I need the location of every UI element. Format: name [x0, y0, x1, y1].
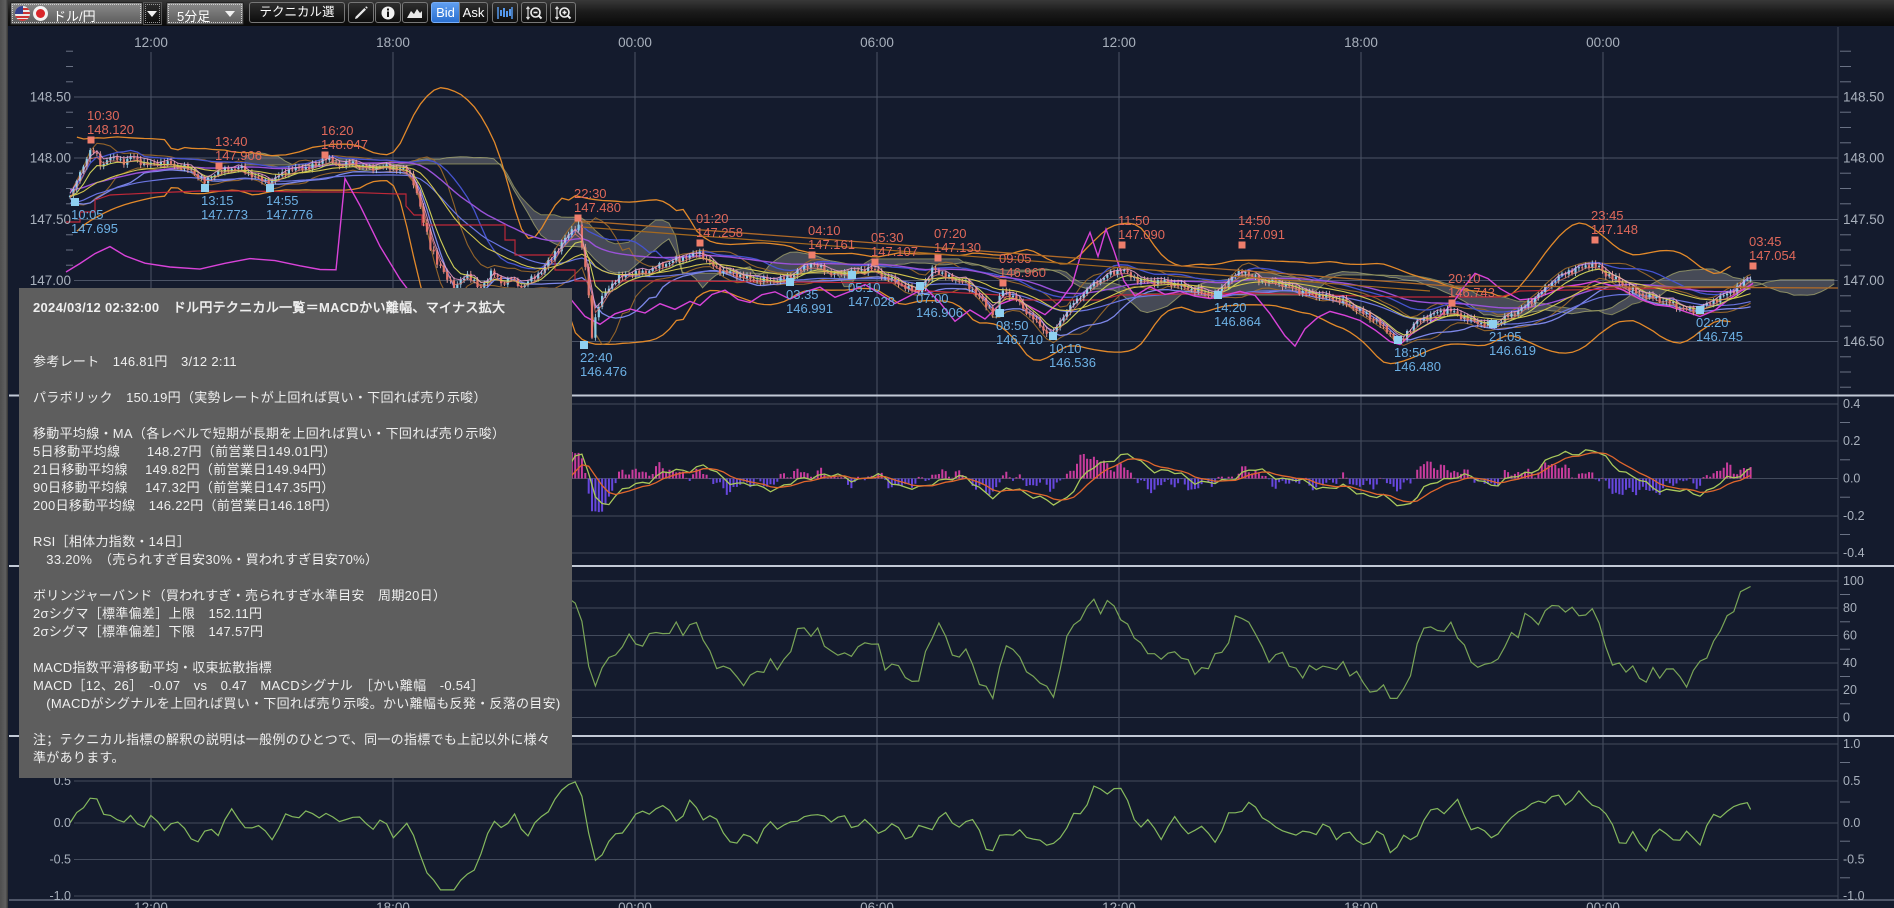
- svg-text:18:00: 18:00: [1344, 900, 1378, 908]
- svg-text:10:05: 10:05: [71, 207, 104, 222]
- svg-text:146.743: 146.743: [1448, 285, 1495, 300]
- svg-text:147.773: 147.773: [201, 207, 248, 222]
- svg-text:146.710: 146.710: [996, 332, 1043, 347]
- svg-text:13:40: 13:40: [215, 134, 248, 149]
- svg-text:18:00: 18:00: [1344, 35, 1378, 50]
- svg-text:06:00: 06:00: [860, 35, 894, 50]
- svg-text:148.120: 148.120: [87, 122, 134, 137]
- svg-text:00:00: 00:00: [1586, 900, 1620, 908]
- svg-text:12:00: 12:00: [134, 900, 168, 908]
- svg-text:12:00: 12:00: [1102, 35, 1136, 50]
- svg-text:20: 20: [1843, 683, 1857, 697]
- svg-text:14:50: 14:50: [1238, 213, 1271, 228]
- svg-text:147.028: 147.028: [848, 294, 895, 309]
- svg-text:05:30: 05:30: [871, 230, 904, 245]
- svg-text:146.476: 146.476: [580, 364, 627, 379]
- svg-text:18:00: 18:00: [376, 900, 410, 908]
- svg-text:22:40: 22:40: [580, 350, 613, 365]
- svg-text:146.991: 146.991: [786, 301, 833, 316]
- svg-text:148.047: 148.047: [321, 137, 368, 152]
- svg-text:147.776: 147.776: [266, 207, 313, 222]
- svg-text:60: 60: [1843, 629, 1857, 643]
- svg-text:13:15: 13:15: [201, 193, 234, 208]
- svg-text:147.00: 147.00: [1843, 273, 1884, 288]
- svg-text:147.480: 147.480: [574, 200, 621, 215]
- svg-text:0.5: 0.5: [1843, 774, 1860, 788]
- svg-text:147.148: 147.148: [1591, 222, 1638, 237]
- svg-text:146.745: 146.745: [1696, 329, 1743, 344]
- svg-text:146.864: 146.864: [1214, 314, 1261, 329]
- svg-text:147.090: 147.090: [1118, 227, 1165, 242]
- svg-text:00:00: 00:00: [618, 35, 652, 50]
- svg-text:-0.5: -0.5: [49, 853, 71, 867]
- svg-text:147.107: 147.107: [871, 244, 918, 259]
- svg-text:16:20: 16:20: [321, 123, 354, 138]
- svg-text:23:45: 23:45: [1591, 208, 1624, 223]
- svg-text:146.50: 146.50: [1843, 334, 1884, 349]
- svg-text:05:10: 05:10: [848, 280, 881, 295]
- svg-text:0.0: 0.0: [1843, 472, 1860, 486]
- svg-text:146.906: 146.906: [916, 305, 963, 320]
- svg-text:10:30: 10:30: [87, 108, 120, 123]
- svg-text:146.480: 146.480: [1394, 359, 1441, 374]
- svg-text:147.130: 147.130: [934, 240, 981, 255]
- svg-text:06:00: 06:00: [860, 900, 894, 908]
- svg-text:146.960: 146.960: [999, 265, 1046, 280]
- svg-text:14:20: 14:20: [1214, 300, 1247, 315]
- svg-text:147.054: 147.054: [1749, 248, 1796, 263]
- svg-text:147.906: 147.906: [215, 148, 262, 163]
- svg-text:-0.5: -0.5: [1843, 853, 1865, 867]
- svg-text:146.619: 146.619: [1489, 343, 1536, 358]
- svg-text:-0.4: -0.4: [1843, 546, 1865, 560]
- svg-text:-0.2: -0.2: [1843, 509, 1865, 523]
- svg-text:11:50: 11:50: [1118, 213, 1150, 228]
- svg-text:09:05: 09:05: [999, 251, 1032, 266]
- svg-text:18:00: 18:00: [376, 35, 410, 50]
- svg-text:21:05: 21:05: [1489, 329, 1522, 344]
- svg-text:1.0: 1.0: [1843, 737, 1860, 751]
- svg-text:03:35: 03:35: [786, 287, 819, 302]
- svg-text:03:45: 03:45: [1749, 234, 1782, 249]
- svg-text:-1.0: -1.0: [1843, 889, 1865, 903]
- svg-text:148.50: 148.50: [1843, 90, 1884, 105]
- svg-text:00:00: 00:00: [618, 900, 652, 908]
- svg-text:0.2: 0.2: [1843, 434, 1860, 448]
- svg-text:0.0: 0.0: [54, 816, 71, 830]
- svg-text:148.00: 148.00: [30, 151, 71, 166]
- svg-text:14:55: 14:55: [266, 193, 299, 208]
- svg-text:0.0: 0.0: [1843, 816, 1860, 830]
- svg-text:04:10: 04:10: [808, 223, 841, 238]
- svg-text:22:30: 22:30: [574, 186, 607, 201]
- svg-text:08:50: 08:50: [996, 318, 1029, 333]
- svg-text:146.536: 146.536: [1049, 355, 1096, 370]
- svg-text:147.50: 147.50: [1843, 212, 1884, 227]
- svg-text:12:00: 12:00: [1102, 900, 1136, 908]
- svg-text:12:00: 12:00: [134, 35, 168, 50]
- svg-text:148.50: 148.50: [30, 90, 71, 105]
- svg-text:0: 0: [1843, 711, 1850, 725]
- svg-text:147.50: 147.50: [30, 212, 71, 227]
- svg-text:0.4: 0.4: [1843, 397, 1860, 411]
- svg-text:147.695: 147.695: [71, 221, 118, 236]
- svg-text:147.091: 147.091: [1238, 227, 1285, 242]
- svg-text:147.161: 147.161: [808, 237, 855, 252]
- svg-text:18:50: 18:50: [1394, 345, 1427, 360]
- svg-text:07:00: 07:00: [916, 291, 949, 306]
- svg-text:00:00: 00:00: [1586, 35, 1620, 50]
- svg-text:20:10: 20:10: [1448, 271, 1481, 286]
- svg-text:40: 40: [1843, 656, 1857, 670]
- svg-text:147.258: 147.258: [696, 225, 743, 240]
- svg-text:-1.0: -1.0: [49, 889, 71, 903]
- svg-text:80: 80: [1843, 601, 1857, 615]
- svg-text:07:20: 07:20: [934, 226, 967, 241]
- svg-text:01:20: 01:20: [696, 211, 729, 226]
- svg-text:02:20: 02:20: [1696, 315, 1729, 330]
- svg-text:148.00: 148.00: [1843, 151, 1884, 166]
- svg-text:10:10: 10:10: [1049, 341, 1082, 356]
- svg-text:100: 100: [1843, 574, 1864, 588]
- svg-text:147.00: 147.00: [30, 273, 71, 288]
